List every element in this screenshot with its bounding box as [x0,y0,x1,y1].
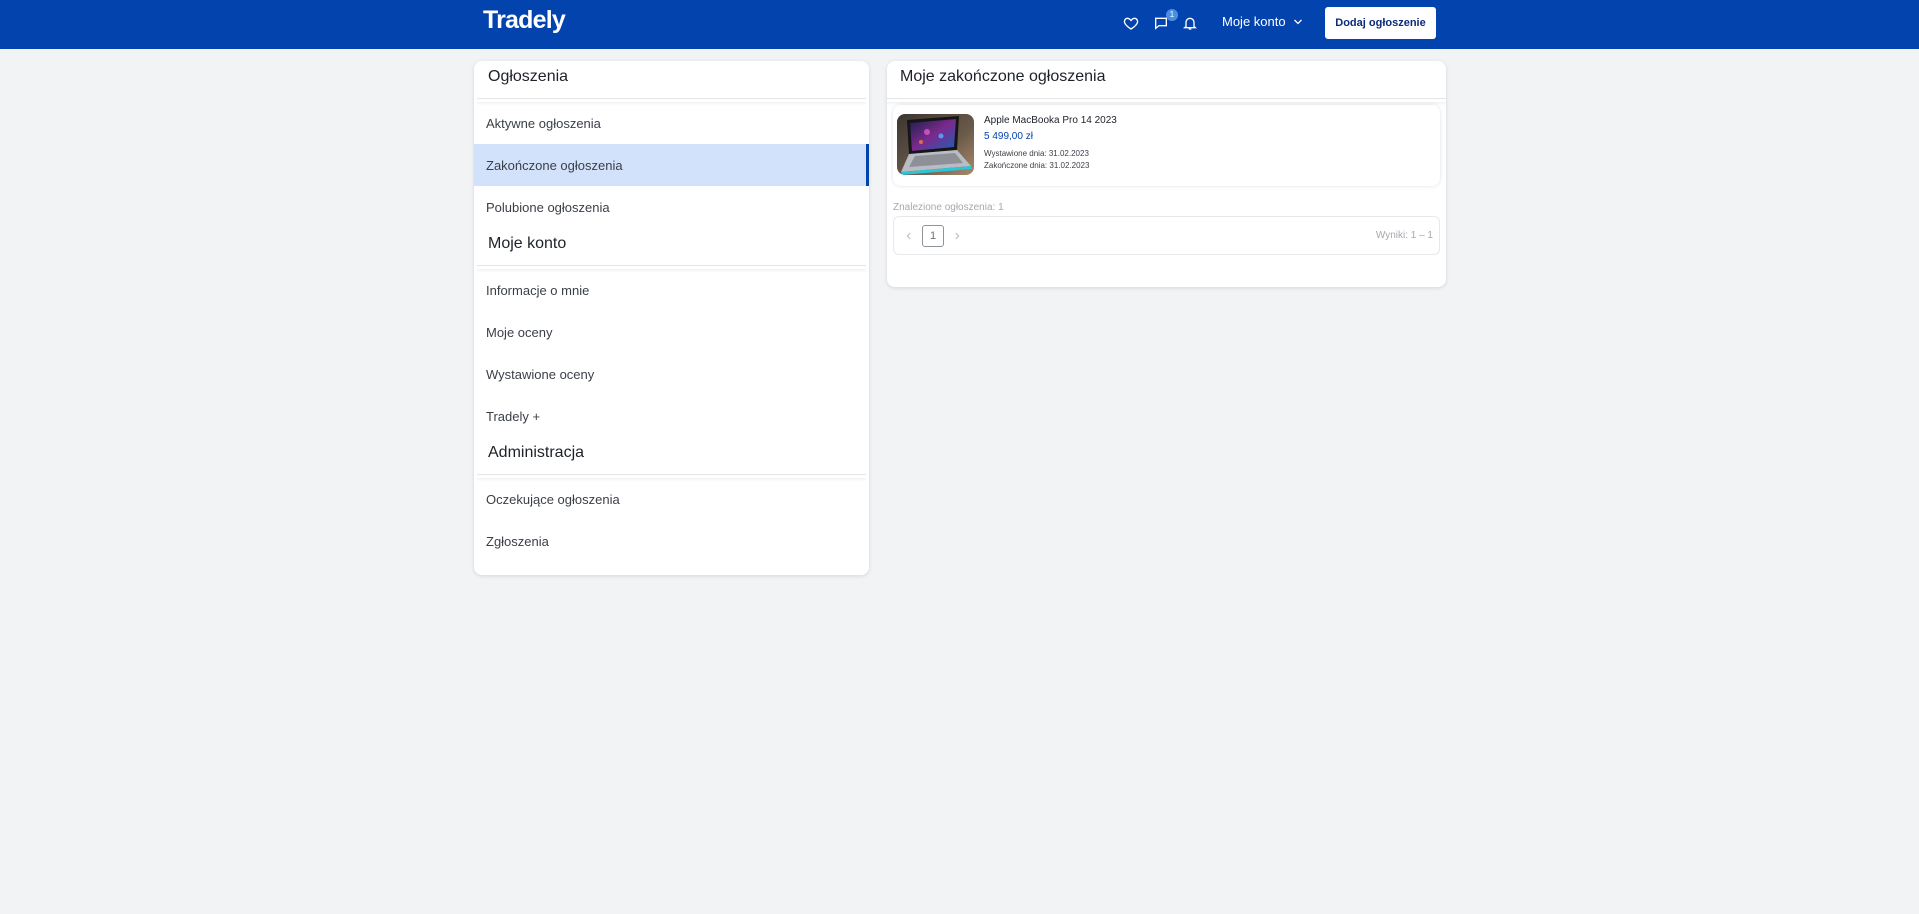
section-title-listings: Ogłoszenia [488,68,569,85]
notifications-button[interactable] [1179,12,1201,34]
sidebar-item-pending-listings[interactable]: Oczekujące ogłoszenia [474,478,869,520]
logo[interactable]: Tradely [483,6,566,35]
listing-price: 5 499,00 zł [984,131,1033,142]
top-navbar: Tradely 1 Moje konto Dodaj ogłoszenie [0,0,1919,49]
prev-page-button[interactable] [902,229,916,243]
bell-icon [1183,17,1197,30]
page-number-button[interactable]: 1 [922,225,944,247]
pagination: 1 Wyniki: 1 – 1 [893,216,1440,255]
found-count: Znalezione ogłoszenia: 1 [893,202,1004,213]
divider [887,98,1446,102]
next-page-button[interactable] [950,229,964,243]
sidebar-item-ended-listings[interactable]: Zakończone ogłoszenia [474,144,869,186]
main-panel: Moje zakończone ogłoszenia Apple MacBook… [887,61,1446,287]
listing-thumbnail [897,114,974,175]
sidebar-item-tradely-plus[interactable]: Tradely + [474,395,869,437]
sidebar-item-liked-listings[interactable]: Polubione ogłoszenia [474,186,869,228]
chevron-left-icon [906,232,911,240]
chevron-right-icon [955,232,960,240]
sidebar: Ogłoszenia Aktywne ogłoszenia Zakończone… [474,61,869,575]
sidebar-item-active-listings[interactable]: Aktywne ogłoszenia [474,102,869,144]
section-title-my-account: Moje konto [488,235,567,252]
listing-card[interactable]: Apple MacBooka Pro 14 2023 5 499,00 zł W… [893,105,1440,186]
favorites-button[interactable] [1120,12,1142,34]
section-title-administration: Administracja [488,444,585,461]
chevron-down-icon [1293,19,1302,24]
messages-button[interactable]: 1 [1150,9,1178,34]
account-label: Moje konto [1222,14,1286,29]
listing-title[interactable]: Apple MacBooka Pro 14 2023 [984,115,1117,126]
sidebar-item-about-me[interactable]: Informacje o mnie [474,269,869,311]
page-title: Moje zakończone ogłoszenia [900,68,1106,85]
add-listing-button[interactable]: Dodaj ogłoszenie [1325,7,1436,39]
heart-icon [1123,17,1139,30]
sidebar-item-my-ratings[interactable]: Moje oceny [474,311,869,353]
sidebar-item-reports[interactable]: Zgłoszenia [474,520,869,562]
account-menu[interactable]: Moje konto [1222,14,1304,29]
results-range: Wyniki: 1 – 1 [1375,230,1433,241]
messages-badge: 1 [1166,9,1178,21]
sidebar-item-given-ratings[interactable]: Wystawione oceny [474,353,869,395]
listing-ended-date: Zakończone dnia: 31.02.2023 [984,161,1090,170]
listing-listed-date: Wystawione dnia: 31.02.2023 [984,149,1089,158]
